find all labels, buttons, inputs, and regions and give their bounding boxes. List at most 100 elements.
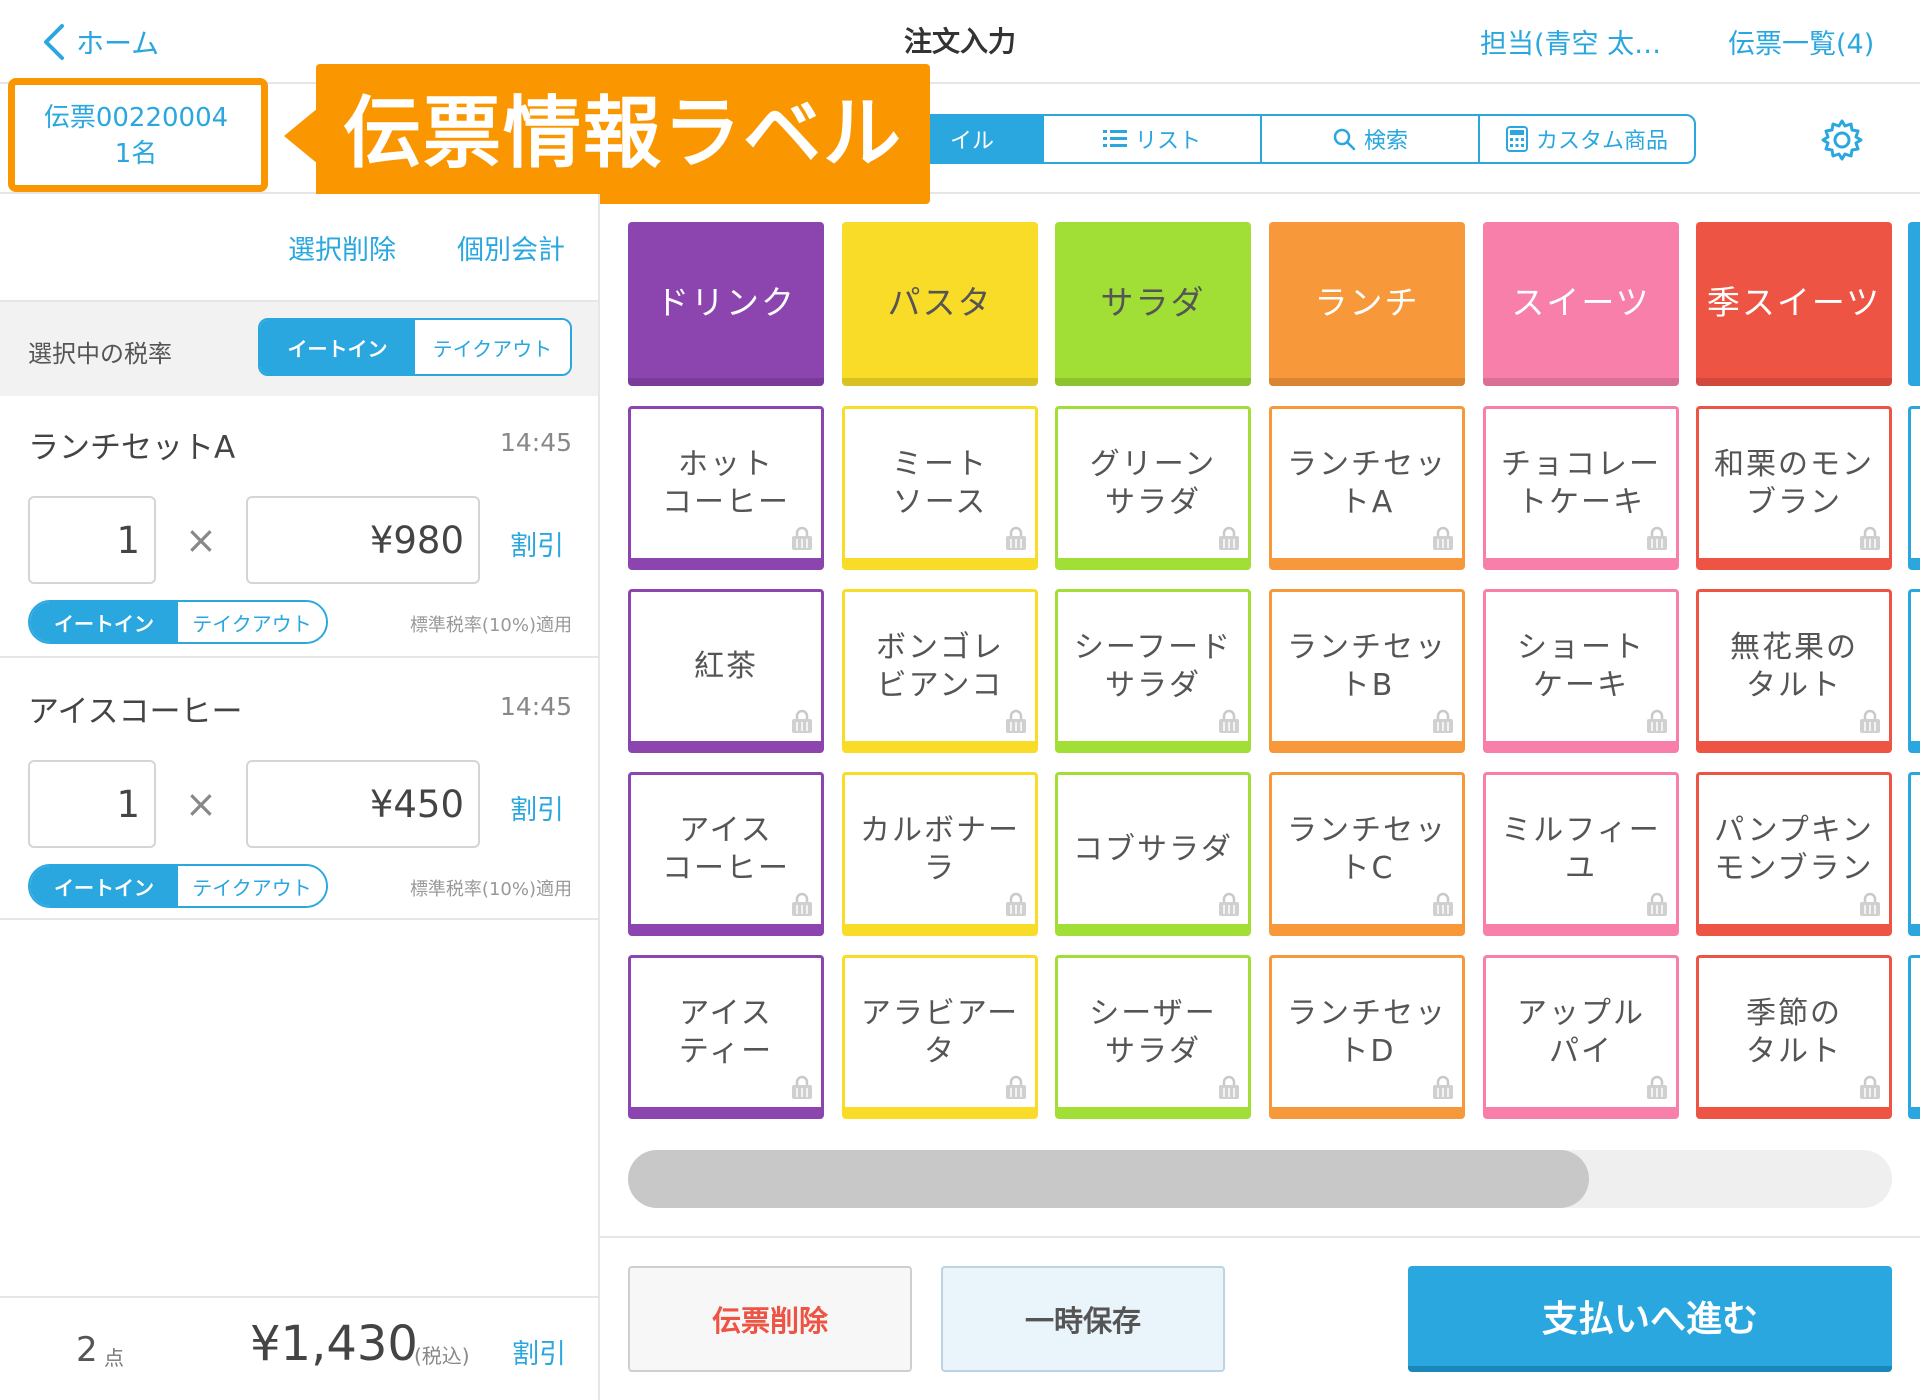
search-icon (1332, 127, 1356, 151)
item-discount-button[interactable]: 割引 (510, 524, 564, 563)
product-name-line: ランチセッ (1287, 812, 1447, 848)
product-tile[interactable]: シーザー サラダ (1055, 955, 1251, 1119)
product-name-line: ビアンコ (876, 667, 1004, 703)
product-name-line: ケーキ (1533, 667, 1629, 703)
delete-slip-button[interactable]: 伝票削除 (628, 1266, 912, 1372)
product-tile[interactable]: アラビアータ (842, 955, 1038, 1119)
takeout-bag-icon (1647, 892, 1667, 916)
callout-banner: 伝票情報ラベル (316, 64, 930, 204)
category-next-edge[interactable] (1908, 222, 1920, 386)
product-name: ランチセッ トC (1287, 812, 1447, 888)
product-tile[interactable]: カルボナーラ (842, 772, 1038, 936)
takeout-bag-icon (1647, 1075, 1667, 1099)
category-salad[interactable]: サラダ (1055, 222, 1251, 386)
product-tile[interactable]: ミート ソース (842, 406, 1038, 570)
tab-list[interactable]: リスト (1042, 114, 1262, 164)
staff-selector[interactable]: 担当(青空 太… (1480, 22, 1661, 61)
category-sweets[interactable]: スイーツ (1483, 222, 1679, 386)
product-name: コブサラダ (1073, 831, 1233, 869)
back-button[interactable]: ホーム (40, 18, 159, 66)
item-eat-in-option[interactable]: イートイン (30, 602, 178, 642)
product-tile[interactable]: シーフード サラダ (1055, 589, 1251, 753)
calculator-icon (1505, 126, 1528, 152)
tax-rate-toggle: イートイン テイクアウト (258, 318, 572, 376)
product-tile[interactable]: チョコレー トケーキ (1483, 406, 1679, 570)
grid-scrollbar-thumb[interactable] (628, 1150, 1589, 1208)
product-name-line: サラダ (1105, 484, 1201, 520)
callout-arrow (284, 108, 318, 164)
product-name: 和栗のモン ブラン (1714, 446, 1874, 522)
tax-take-out-option[interactable]: テイクアウト (415, 320, 570, 374)
product-name: ランチセッ トA (1287, 446, 1447, 522)
takeout-bag-icon (1433, 526, 1453, 550)
item-discount-button[interactable]: 割引 (510, 788, 564, 827)
product-tile-next-edge[interactable] (1908, 772, 1920, 936)
takeout-bag-icon (1433, 1075, 1453, 1099)
product-name-line: カルボナー (860, 812, 1020, 848)
quantity-field[interactable]: 1 (28, 760, 156, 848)
item-take-out-option[interactable]: テイクアウト (178, 866, 326, 906)
product-tile[interactable]: ショート ケーキ (1483, 589, 1679, 753)
product-tile[interactable]: ランチセッ トC (1269, 772, 1465, 936)
takeout-bag-icon (792, 892, 812, 916)
gear-icon[interactable] (1820, 118, 1864, 162)
product-tile[interactable]: 季節の タルト (1696, 955, 1892, 1119)
item-take-out-option[interactable]: テイクアウト (178, 602, 326, 642)
tab-list-label: リスト (1134, 129, 1201, 154)
order-discount-button[interactable]: 割引 (512, 1332, 566, 1371)
product-tile[interactable]: パンプキン モンブラン (1696, 772, 1892, 936)
callout-highlight-box (8, 78, 268, 192)
product-tile[interactable]: ランチセッ トB (1269, 589, 1465, 753)
product-tile[interactable]: 紅茶 (628, 589, 824, 753)
product-tile[interactable]: アイス ティー (628, 955, 824, 1119)
divider (0, 656, 598, 658)
item-count: 2 (76, 1330, 98, 1370)
product-tile[interactable]: ホット コーヒー (628, 406, 824, 570)
product-name-line: 季節の (1746, 995, 1842, 1031)
tab-custom-product-label: カスタム商品 (1535, 129, 1668, 154)
quantity-field[interactable]: 1 (28, 496, 156, 584)
product-tile[interactable]: ランチセッ トA (1269, 406, 1465, 570)
product-name: ボンゴレ ビアンコ (876, 629, 1004, 705)
product-name-line: ティー (678, 1033, 774, 1069)
product-tile[interactable]: コブサラダ (1055, 772, 1251, 936)
product-tile[interactable]: アイス コーヒー (628, 772, 824, 936)
product-name: アイス コーヒー (662, 812, 790, 888)
product-name: ホット コーヒー (662, 446, 790, 522)
price-field[interactable]: ¥980 (246, 496, 480, 584)
category-seasonal[interactable]: 季スイーツ (1696, 222, 1892, 386)
product-tile[interactable]: ランチセッ トD (1269, 955, 1465, 1119)
product-tile[interactable]: ミルフィーユ (1483, 772, 1679, 936)
product-tile-next-edge[interactable] (1908, 589, 1920, 753)
item-eat-in-option[interactable]: イートイン (30, 866, 178, 906)
product-tile[interactable]: アップル パイ (1483, 955, 1679, 1119)
product-name: 季節の タルト (1746, 995, 1842, 1071)
product-name-line: サラダ (1105, 1033, 1201, 1069)
product-tile-next-edge[interactable] (1908, 406, 1920, 570)
price-field[interactable]: ¥450 (246, 760, 480, 848)
split-bill-button[interactable]: 個別会計 (457, 228, 565, 267)
proceed-to-payment-button[interactable]: 支払いへ進む (1408, 1266, 1892, 1372)
takeout-bag-icon (1647, 526, 1667, 550)
product-tile[interactable]: 無花果の タルト (1696, 589, 1892, 753)
tab-custom-product[interactable]: カスタム商品 (1478, 114, 1696, 164)
tab-search[interactable]: 検索 (1260, 114, 1480, 164)
product-name-line: アイス (679, 995, 773, 1031)
product-tile[interactable]: ボンゴレ ビアンコ (842, 589, 1038, 753)
product-tile-next-edge[interactable] (1908, 955, 1920, 1119)
tax-eat-in-option[interactable]: イートイン (260, 320, 415, 374)
product-name-line: ブラン (1746, 484, 1842, 520)
takeout-bag-icon (792, 1075, 812, 1099)
category-pasta[interactable]: パスタ (842, 222, 1038, 386)
product-tile[interactable]: グリーン サラダ (1055, 406, 1251, 570)
product-name-line: チョコレー (1501, 446, 1661, 482)
order-item-name[interactable]: ランチセットA (28, 422, 235, 467)
product-name-line: トケーキ (1517, 484, 1645, 520)
category-lunch[interactable]: ランチ (1269, 222, 1465, 386)
product-tile[interactable]: 和栗のモン ブラン (1696, 406, 1892, 570)
order-item-name[interactable]: アイスコーヒー (28, 686, 243, 731)
hold-button[interactable]: 一時保存 (941, 1266, 1225, 1372)
slip-list-button[interactable]: 伝票一覧(4) (1728, 22, 1874, 61)
delete-selected-button[interactable]: 選択削除 (288, 228, 396, 267)
category-drink[interactable]: ドリンク (628, 222, 824, 386)
